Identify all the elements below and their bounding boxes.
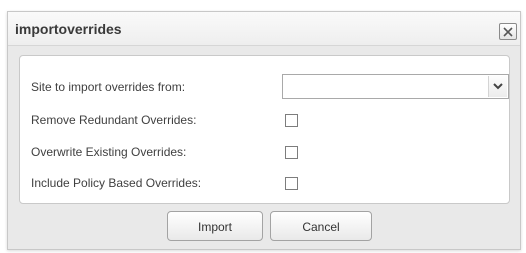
include-policy-checkbox[interactable] [285,177,298,190]
dialog-titlebar[interactable]: importoverrides [8,12,520,46]
overwrite-existing-checkbox[interactable] [285,146,298,159]
overwrite-existing-label: Overwrite Existing Overrides: [31,145,187,159]
site-label: Site to import overrides from: [31,80,186,94]
close-button[interactable] [499,23,517,40]
remove-redundant-label: Remove Redundant Overrides: [31,113,197,127]
form-panel: Site to import overrides from: Remove Re… [19,55,510,204]
dropdown-button[interactable] [488,76,507,97]
site-select[interactable] [282,74,509,99]
chevron-down-icon [493,83,503,90]
dialog-title: importoverrides [15,21,122,37]
import-button[interactable]: Import [167,211,263,241]
close-icon [503,27,513,37]
import-overrides-dialog: importoverrides Site to import overrides… [7,11,521,250]
remove-redundant-checkbox[interactable] [285,114,298,127]
cancel-button[interactable]: Cancel [270,211,372,241]
include-policy-label: Include Policy Based Overrides: [31,176,202,190]
